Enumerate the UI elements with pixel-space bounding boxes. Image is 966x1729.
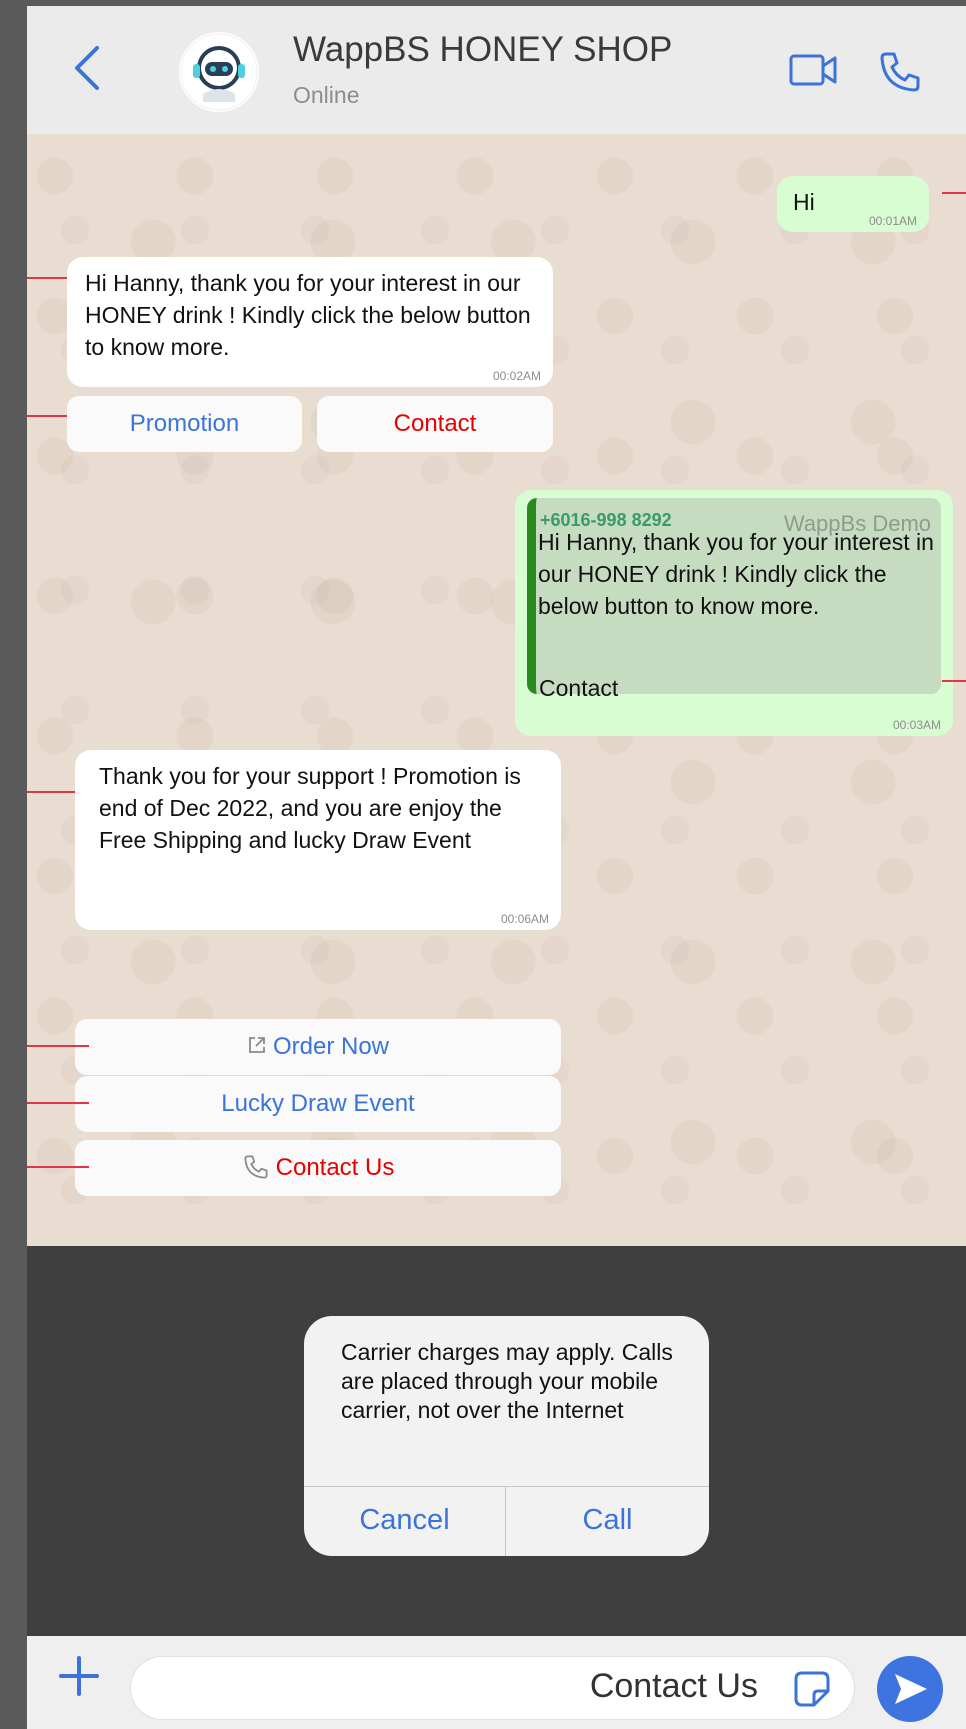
message-time: 00:01AM <box>868 214 917 228</box>
chat-status: Online <box>293 82 360 108</box>
message-incoming[interactable]: Hi Hanny, thank you for your interest in… <box>67 257 553 387</box>
video-call-icon[interactable] <box>789 50 839 95</box>
chat-title: WappBS HONEY SHOP <box>293 30 673 69</box>
quoted-message[interactable]: +6016-998 8292 WappBs Demo Hi Hanny, tha… <box>527 498 941 694</box>
dialog-actions: Cancel Call <box>304 1486 709 1556</box>
annotation-line <box>942 680 966 682</box>
message-time: 00:03AM <box>892 718 941 732</box>
call-confirm-dialog: Carrier charges may apply. Calls are pla… <box>304 1316 709 1556</box>
robot-icon <box>180 33 258 111</box>
back-icon[interactable] <box>67 42 107 94</box>
contact-us-label: Contact Us <box>275 1154 395 1181</box>
annotation-line <box>27 415 67 417</box>
promotion-button[interactable]: Promotion <box>67 396 302 452</box>
message-text: Thank you for your support ! Promotion i… <box>99 763 521 853</box>
lucky-draw-button[interactable]: Lucky Draw Event <box>75 1076 561 1132</box>
external-link-icon <box>249 1037 265 1053</box>
phone-icon <box>244 1155 268 1179</box>
annotation-line <box>27 1166 89 1168</box>
message-input-value: Contact Us <box>589 1667 758 1705</box>
annotation-line <box>27 1102 89 1104</box>
avatar[interactable] <box>179 32 259 112</box>
message-text: Contact <box>539 675 619 701</box>
message-incoming[interactable]: Thank you for your support ! Promotion i… <box>75 750 561 930</box>
chat-screen: WappBS HONEY SHOP Online Hi 00:01AM Hi H… <box>27 6 966 1729</box>
message-time: 00:02AM <box>492 369 541 383</box>
message-text: Hi Hanny, thank you for your interest in… <box>85 270 531 360</box>
message-time: 00:06AM <box>500 912 549 926</box>
chat-header: WappBS HONEY SHOP Online <box>27 6 966 134</box>
quoted-text: Hi Hanny, thank you for your interest in… <box>538 529 934 619</box>
sticker-icon[interactable] <box>794 1671 830 1712</box>
annotation-line <box>27 1045 89 1047</box>
voice-call-icon[interactable] <box>878 50 922 99</box>
send-icon <box>895 1674 927 1704</box>
dialog-message: Carrier charges may apply. Calls are pla… <box>341 1339 673 1423</box>
cancel-button[interactable]: Cancel <box>304 1487 505 1556</box>
message-outgoing-reply[interactable]: +6016-998 8292 WappBs Demo Hi Hanny, tha… <box>515 490 953 736</box>
message-input-bar: Contact Us <box>27 1636 966 1729</box>
send-button[interactable] <box>877 1656 943 1722</box>
annotation-line <box>27 791 75 793</box>
message-text: Hi <box>793 189 815 215</box>
annotation-line <box>942 192 966 194</box>
order-now-label: Order Now <box>272 1033 390 1060</box>
contact-us-button[interactable]: Contact Us <box>75 1140 561 1196</box>
contact-button[interactable]: Contact <box>317 396 553 452</box>
message-input[interactable]: Contact Us <box>130 1656 855 1720</box>
annotation-line <box>27 277 67 279</box>
chat-area[interactable]: Hi 00:01AM Hi Hanny, thank you for your … <box>27 134 966 1246</box>
order-now-button[interactable]: Order Now <box>75 1019 561 1075</box>
call-button[interactable]: Call <box>506 1487 709 1556</box>
plus-icon[interactable] <box>57 1654 101 1698</box>
message-outgoing[interactable]: Hi 00:01AM <box>777 176 929 232</box>
